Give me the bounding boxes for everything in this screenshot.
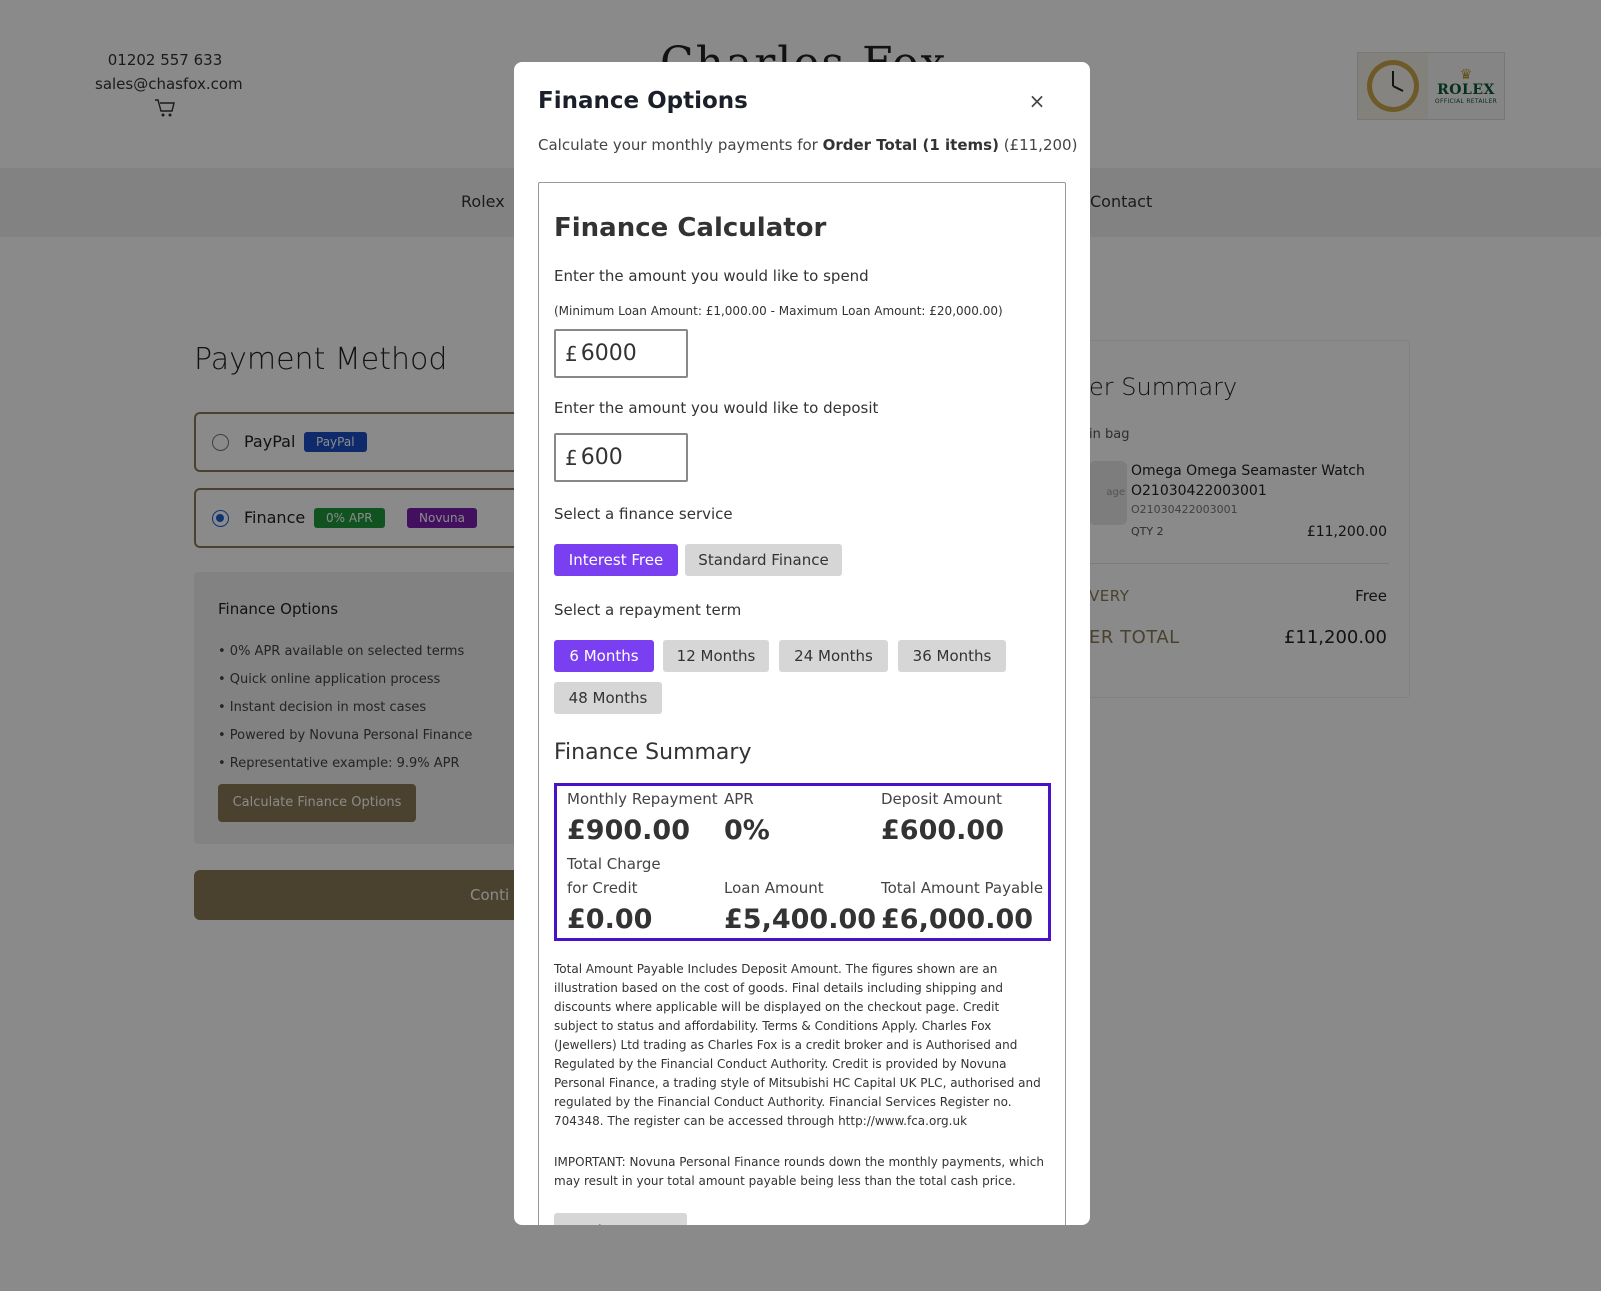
finance-summary-box: Monthly Repayment £900.00 APR 0% Deposit… xyxy=(554,783,1051,941)
total-charge-label: Total Charge xyxy=(567,855,661,873)
total-payable-label: Total Amount Payable xyxy=(881,879,1044,897)
apr-label: APR xyxy=(724,790,754,808)
monthly-repayment-label: Monthly Repayment xyxy=(567,790,718,808)
finance-service-label: Select a finance service xyxy=(554,505,733,523)
spend-label: Enter the amount you would like to spend xyxy=(554,267,869,285)
currency-symbol: £ xyxy=(565,445,578,470)
finance-disclaimer: Total Amount Payable Includes Deposit Am… xyxy=(554,962,1041,1128)
finance-options-modal: Finance Options × Calculate your monthly… xyxy=(514,62,1090,1225)
deposit-amount-input[interactable]: £ 600 xyxy=(554,433,688,482)
deposit-amount-cell: Deposit Amount £600.00 xyxy=(881,787,1004,851)
service-standard-finance-button[interactable]: Standard Finance xyxy=(685,544,842,576)
deposit-amount-value[interactable]: 600 xyxy=(581,445,623,470)
total-payable-cell: Total Amount Payable £6,000.00 xyxy=(881,876,1043,940)
deposit-label: Enter the amount you would like to depos… xyxy=(554,399,879,417)
subtitle-prefix: Calculate your monthly payments for xyxy=(538,136,818,154)
finance-calculator: Finance Calculator Enter the amount you … xyxy=(538,182,1066,1225)
loan-amount-cell: Loan Amount £5,400.00 xyxy=(724,876,876,940)
deposit-amount-value: £600.00 xyxy=(881,815,1004,846)
subtitle-order-total: Order Total (1 items) xyxy=(822,136,999,154)
total-payable-value: £6,000.00 xyxy=(881,904,1034,935)
loan-limits-note: (Minimum Loan Amount: £1,000.00 - Maximu… xyxy=(554,304,1003,318)
important-notice: IMPORTANT: Novuna Personal Finance round… xyxy=(554,1155,1044,1188)
term-48-months-button[interactable]: 48 Months xyxy=(554,682,662,714)
monthly-repayment-value: £900.00 xyxy=(567,815,690,846)
back-to-finance-button[interactable]: Back to Finance xyxy=(554,1213,687,1225)
loan-amount-value: £5,400.00 xyxy=(724,904,877,935)
modal-subtitle: Calculate your monthly payments for Orde… xyxy=(538,136,1077,154)
calculator-title: Finance Calculator xyxy=(554,213,827,243)
subtitle-amount: (£11,200) xyxy=(1003,136,1078,154)
apr-cell: APR 0% xyxy=(724,787,770,851)
total-charge-value: £0.00 xyxy=(567,904,653,935)
loan-amount-label: Loan Amount xyxy=(724,879,824,897)
term-6-months-button[interactable]: 6 Months xyxy=(554,640,654,672)
apr-value: 0% xyxy=(724,815,770,846)
spend-amount-value[interactable]: 6000 xyxy=(581,341,637,366)
deposit-amount-label: Deposit Amount xyxy=(881,790,1003,808)
service-interest-free-button[interactable]: Interest Free xyxy=(554,544,678,576)
modal-title: Finance Options xyxy=(538,88,748,114)
term-12-months-button[interactable]: 12 Months xyxy=(663,640,769,672)
term-36-months-button[interactable]: 36 Months xyxy=(898,640,1006,672)
term-24-months-button[interactable]: 24 Months xyxy=(779,640,888,672)
spend-amount-input[interactable]: £ 6000 xyxy=(554,329,688,378)
total-charge-cell: Total Charge for Credit £0.00 xyxy=(567,852,661,940)
repayment-term-label: Select a repayment term xyxy=(554,601,742,619)
finance-summary-title: Finance Summary xyxy=(554,740,752,765)
currency-symbol: £ xyxy=(565,341,578,366)
monthly-repayment-cell: Monthly Repayment £900.00 xyxy=(567,787,718,851)
total-charge-label-line2: for Credit xyxy=(567,879,638,897)
close-icon[interactable]: × xyxy=(1028,91,1046,111)
